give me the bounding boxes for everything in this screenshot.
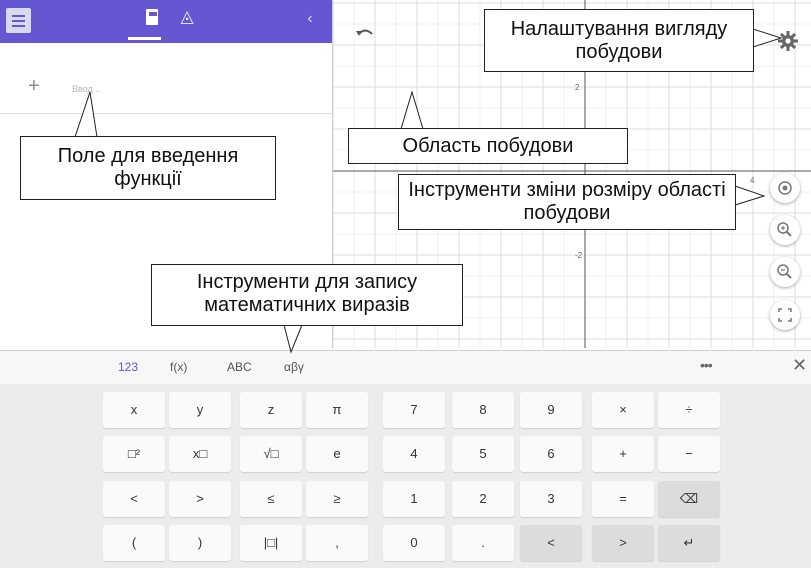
add-input-button[interactable]: + <box>28 76 42 96</box>
key-less-equal[interactable]: ≤ <box>240 481 302 517</box>
zoom-in-button[interactable] <box>770 215 800 245</box>
key-3[interactable]: 3 <box>520 481 582 517</box>
y-tick-label: -2 <box>575 251 583 260</box>
y-tick-label: 2 <box>575 83 580 92</box>
key-8[interactable]: 8 <box>452 392 514 428</box>
key-sqrt[interactable]: √□ <box>240 436 302 472</box>
callout-math-tools: Інструменти для запису математичних вира… <box>151 264 463 326</box>
keyboard-close-button[interactable]: ✕ <box>792 355 807 376</box>
keyboard-tab-letters[interactable]: ABC <box>227 360 252 374</box>
fullscreen-icon <box>778 308 792 322</box>
keyboard-more-button[interactable]: ••• <box>700 357 713 373</box>
key-square[interactable]: □² <box>103 436 165 472</box>
key-plus[interactable]: + <box>592 436 654 472</box>
key-2[interactable]: 2 <box>452 481 514 517</box>
zoom-out-button[interactable] <box>770 257 800 287</box>
key-9[interactable]: 9 <box>520 392 582 428</box>
fullscreen-button[interactable] <box>770 300 800 330</box>
tools-tab-icon[interactable]: ◬ <box>177 7 197 27</box>
home-view-button[interactable] <box>770 173 800 203</box>
key-6[interactable]: 6 <box>520 436 582 472</box>
key-e[interactable]: e <box>306 436 368 472</box>
key-y[interactable]: y <box>169 392 231 428</box>
key-backspace[interactable]: ⌫ <box>658 481 720 517</box>
callout-zoom-tools: Інструменти зміни розміру області побудо… <box>398 174 736 230</box>
x-tick-label: 4 <box>750 176 755 185</box>
key-cursor-right[interactable]: > <box>592 525 654 561</box>
zoom-in-icon <box>777 222 792 237</box>
callout-plot-area: Область побудови <box>348 128 628 164</box>
target-icon <box>778 181 792 195</box>
menu-icon <box>12 15 25 17</box>
key-multiply[interactable]: × <box>592 392 654 428</box>
keyboard-tab-bar: 123 f(x) ABC αβγ ••• ✕ <box>0 350 811 385</box>
calculator-icon <box>146 9 158 25</box>
algebra-input-field[interactable] <box>72 80 312 98</box>
key-comma[interactable]: , <box>306 525 368 561</box>
keyboard-tab-numbers[interactable]: 123 <box>118 360 138 374</box>
key-greater[interactable]: > <box>169 481 231 517</box>
key-decimal[interactable]: . <box>452 525 514 561</box>
key-pi[interactable]: π <box>306 392 368 428</box>
callout-view-settings: Налаштування вигляду побудови <box>484 9 754 72</box>
algebra-toolbar: ◬ ‹ <box>0 0 332 43</box>
undo-button[interactable] <box>353 23 377 47</box>
key-cursor-left[interactable]: < <box>520 525 582 561</box>
key-enter[interactable]: ↵ <box>658 525 720 561</box>
collapse-panel-button[interactable]: ‹ <box>302 9 318 29</box>
keyboard-tab-greek[interactable]: αβγ <box>284 360 304 374</box>
callout-input-field: Поле для введення функції <box>20 136 276 200</box>
key-1[interactable]: 1 <box>383 481 445 517</box>
key-4[interactable]: 4 <box>383 436 445 472</box>
key-7[interactable]: 7 <box>383 392 445 428</box>
key-less[interactable]: < <box>103 481 165 517</box>
gear-icon <box>778 31 798 51</box>
key-z[interactable]: z <box>240 392 302 428</box>
key-x[interactable]: x <box>103 392 165 428</box>
key-open-paren[interactable]: ( <box>103 525 165 561</box>
active-tab-indicator <box>128 37 161 40</box>
key-equals[interactable]: = <box>592 481 654 517</box>
key-5[interactable]: 5 <box>452 436 514 472</box>
key-0[interactable]: 0 <box>383 525 445 561</box>
key-power[interactable]: x□ <box>169 436 231 472</box>
calculator-tab[interactable] <box>145 8 159 28</box>
key-minus[interactable]: − <box>658 436 720 472</box>
keypad: x y z π 7 8 9 × ÷ □² x□ √□ e 4 5 6 + − < > ≤ ≥1 2 3 = ⌫() |□|, 0. < >… <box>0 384 811 568</box>
key-abs[interactable]: |□| <box>240 525 302 561</box>
keyboard-tab-functions[interactable]: f(x) <box>170 360 187 374</box>
graphics-settings-button[interactable] <box>775 28 801 54</box>
key-close-paren[interactable]: ) <box>169 525 231 561</box>
key-greater-equal[interactable]: ≥ <box>306 481 368 517</box>
menu-button[interactable] <box>6 8 31 33</box>
zoom-out-icon <box>777 264 792 279</box>
key-divide[interactable]: ÷ <box>658 392 720 428</box>
undo-icon <box>356 29 373 36</box>
